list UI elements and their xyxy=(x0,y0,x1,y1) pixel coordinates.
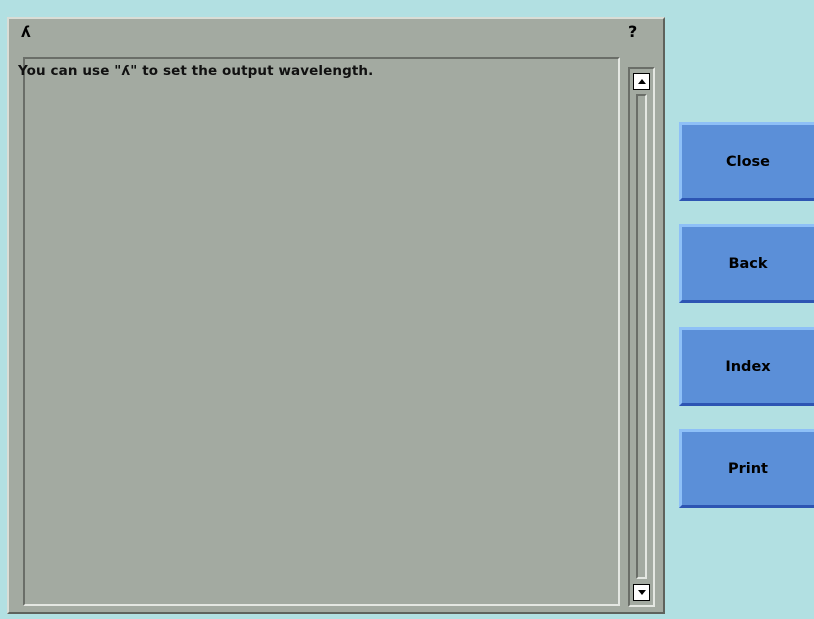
scroll-track[interactable] xyxy=(636,94,647,579)
window-title: ʎ xyxy=(21,23,31,41)
back-button[interactable]: Back xyxy=(679,224,814,303)
help-icon[interactable]: ? xyxy=(628,22,637,41)
print-button[interactable]: Print xyxy=(679,429,814,508)
scroll-up-button[interactable] xyxy=(633,73,650,90)
index-button[interactable]: Index xyxy=(679,327,814,406)
arrow-down-icon xyxy=(637,590,646,595)
help-window: ʎ ? You can use "ʎ" to set the output wa… xyxy=(7,17,665,614)
scroll-down-button[interactable] xyxy=(633,584,650,601)
vertical-scrollbar[interactable] xyxy=(628,67,655,607)
close-button[interactable]: Close xyxy=(679,122,814,201)
content-pane xyxy=(23,57,620,606)
arrow-up-icon xyxy=(637,79,646,84)
help-text: You can use "ʎ" to set the output wavele… xyxy=(18,63,374,79)
